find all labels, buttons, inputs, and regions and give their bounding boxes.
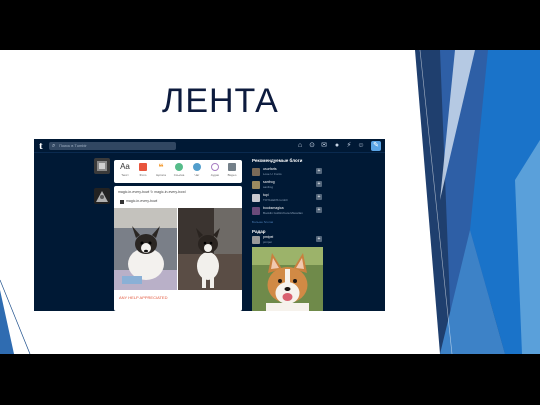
follow-button[interactable]: + [316, 181, 322, 187]
blog-avatar [252, 207, 260, 215]
post-card: magic-in-every-bowl ↻ magic-in-every-bow… [114, 186, 242, 311]
reblog-author[interactable]: magic-in-every-bowl [126, 199, 157, 203]
recommended-blog-item[interactable]: tupi TOTALEDS tumblr + [252, 193, 323, 204]
recommended-blog-item[interactable]: usurfarts Lose U. Fonts + [252, 167, 323, 178]
user-avatar[interactable] [94, 158, 110, 174]
radar-blog-avatar[interactable] [252, 236, 260, 244]
puppy-photo-left[interactable] [114, 208, 177, 290]
account-icon[interactable]: ☺ [357, 142, 365, 150]
radar-card: pmipei pmipei + [252, 235, 323, 311]
recommended-blogs-title: Рекомендуемые блоги [252, 158, 303, 163]
reblog-avatar [120, 200, 124, 204]
tumblr-logo[interactable]: t [39, 140, 43, 152]
stage: ЛЕНТА t ⌕ Поиск в Tumblr ⌂ ⊙ ✉ ● ⚡ ☺ ✎ A… [0, 0, 540, 405]
search-icon: ⌕ [52, 143, 56, 149]
corgi-photo[interactable] [252, 247, 323, 311]
follow-button[interactable]: + [316, 207, 322, 213]
activity-icon[interactable]: ⚡ [345, 142, 353, 150]
follow-button[interactable]: + [316, 168, 322, 174]
post-author-avatar[interactable] [94, 188, 110, 204]
compose-button[interactable]: ✎ [371, 141, 381, 151]
puppy-photo-right[interactable] [178, 208, 242, 290]
home-icon[interactable]: ⌂ [296, 142, 304, 150]
text-icon: Aa [120, 162, 130, 171]
slide-title: ЛЕНТА [162, 82, 279, 120]
more-blogs-link[interactable]: Больше блогов [252, 220, 273, 224]
chat-post-icon [193, 163, 201, 171]
post-type-link[interactable]: Ссылка [171, 162, 187, 181]
post-type-quote[interactable]: ❝ Цитата [153, 162, 169, 181]
link-icon [175, 163, 183, 171]
blog-avatar [252, 181, 260, 189]
post-type-photo[interactable]: Фото [135, 162, 151, 181]
search-input[interactable]: ⌕ Поиск в Tumblr [49, 142, 176, 150]
post-type-video[interactable]: Видео [224, 162, 240, 181]
chat-icon[interactable]: ● [333, 142, 341, 150]
post-type-bar: Aa Текст Фото ❝ Цитата Ссылка Чат Аудио … [114, 160, 242, 183]
audio-icon [211, 163, 219, 171]
post-type-text[interactable]: Aa Текст [117, 162, 133, 181]
mail-icon[interactable]: ✉ [320, 142, 328, 150]
blog-avatar [252, 168, 260, 176]
blog-avatar [252, 194, 260, 202]
search-placeholder: Поиск в Tumblr [59, 143, 87, 148]
slide: ЛЕНТА t ⌕ Поиск в Tumblr ⌂ ⊙ ✉ ● ⚡ ☺ ✎ A… [0, 50, 540, 354]
follow-button[interactable]: + [316, 194, 322, 200]
post-caption: ANY HELP APPRECIATED [119, 295, 168, 300]
quote-icon: ❝ [158, 162, 164, 172]
post-header: magic-in-every-bowl ↻ magic-in-every-bow… [118, 190, 186, 194]
post-type-audio[interactable]: Аудио [207, 162, 223, 181]
explore-icon[interactable]: ⊙ [308, 142, 316, 150]
post-type-chat[interactable]: Чат [189, 162, 205, 181]
tumblr-dashboard-screenshot: t ⌕ Поиск в Tumblr ⌂ ⊙ ✉ ● ⚡ ☺ ✎ Aa Текс… [34, 139, 385, 311]
radar-title: Радар [252, 229, 266, 234]
photo-icon [139, 163, 147, 171]
video-icon [228, 163, 236, 171]
top-bar: t ⌕ Поиск в Tumblr ⌂ ⊙ ✉ ● ⚡ ☺ ✎ [34, 139, 385, 153]
recommended-blog-item[interactable]: booksmagica Booklin Goblin/Ceta Miscella… [252, 206, 323, 217]
recommended-blog-item[interactable]: sanfrog sanfrog + [252, 180, 323, 191]
follow-button[interactable]: + [316, 236, 322, 242]
